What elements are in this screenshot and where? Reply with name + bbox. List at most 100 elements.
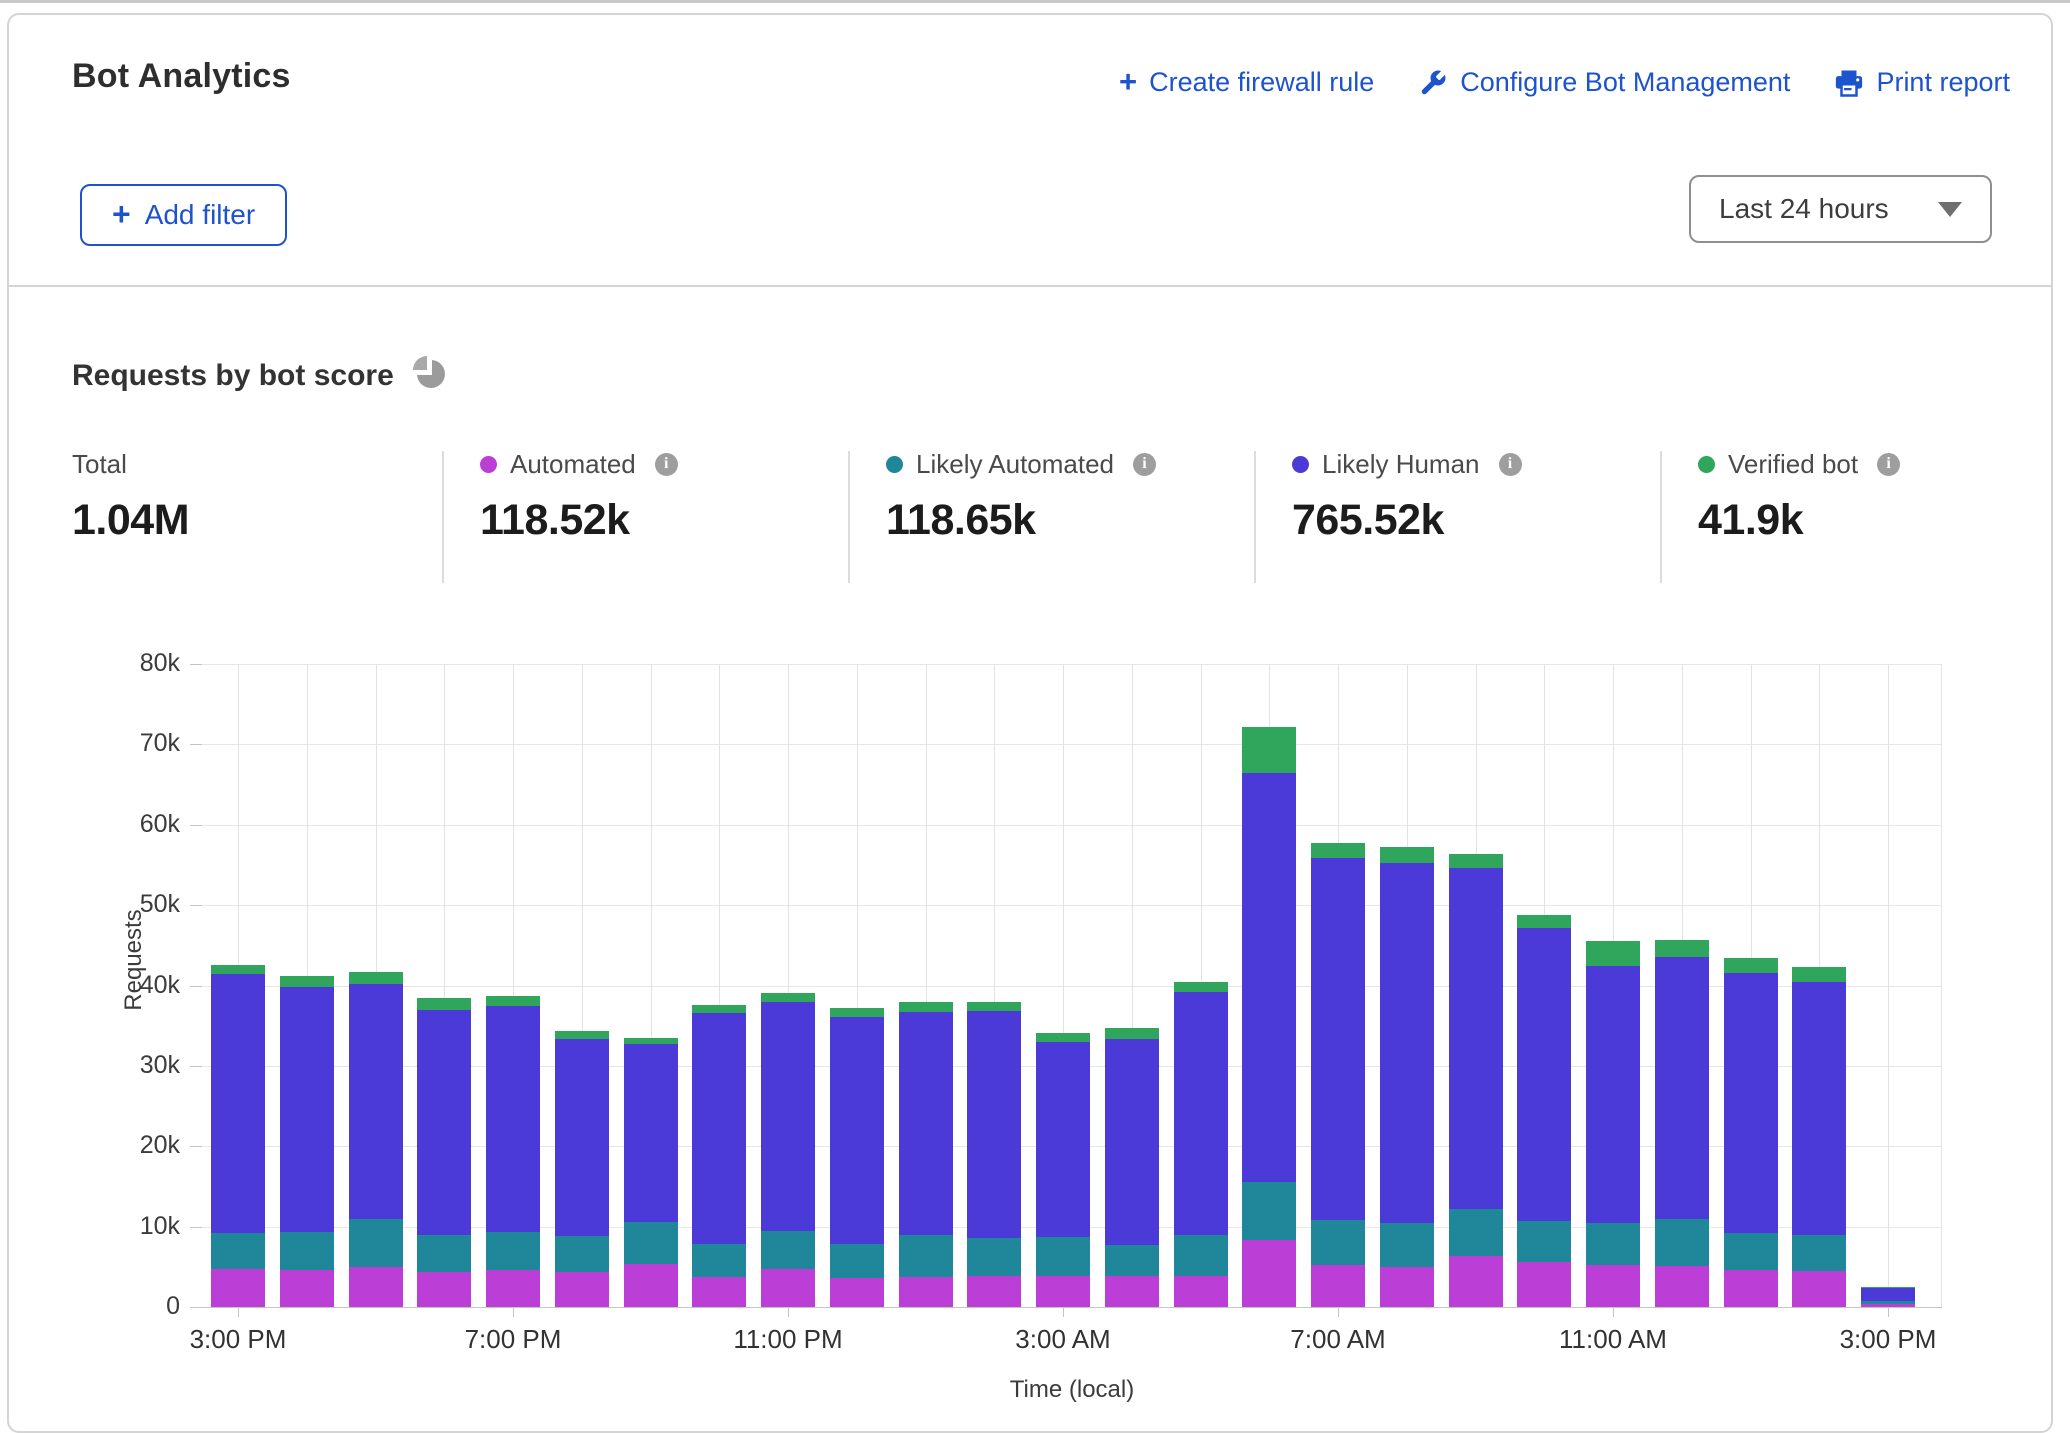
bar-segment-verified-bot	[1724, 958, 1778, 973]
y-axis-tick	[190, 744, 202, 745]
x-axis-label: 3:00 PM	[190, 1324, 287, 1355]
bar-segment-likely-automated	[1517, 1221, 1571, 1262]
bar-segment-likely-automated	[830, 1244, 884, 1279]
x-axis-tick	[1338, 1307, 1339, 1317]
stat-likely-automated: Likely Automated 118.65k	[886, 448, 1156, 545]
bar-segment-likely-human	[1242, 773, 1296, 1183]
x-axis-label: 7:00 PM	[465, 1324, 562, 1355]
bar-segment-automated	[1449, 1256, 1503, 1307]
bar-segment-likely-automated	[761, 1231, 815, 1269]
x-axis-label: 3:00 PM	[1840, 1324, 1937, 1355]
bar-segment-likely-automated	[1449, 1209, 1503, 1256]
bar-segment-automated	[1311, 1265, 1365, 1307]
bar-segment-likely-human	[830, 1017, 884, 1244]
bar-segment-automated	[486, 1270, 540, 1307]
bar-segment-automated	[211, 1269, 265, 1307]
plus-icon: +	[1119, 66, 1137, 97]
x-axis-tick	[1888, 1307, 1889, 1317]
x-axis-tick	[1613, 1307, 1614, 1317]
time-range-select[interactable]: Last 24 hours	[1689, 175, 1992, 243]
bar-segment-automated	[555, 1272, 609, 1307]
bar-segment-likely-automated	[1242, 1182, 1296, 1240]
bar-segment-automated	[1380, 1267, 1434, 1307]
gridline-v	[1888, 664, 1889, 1307]
section-heading: Requests by bot score	[72, 355, 448, 396]
configure-bot-management-link[interactable]: Configure Bot Management	[1418, 67, 1790, 98]
bar-segment-automated	[899, 1277, 953, 1307]
bar-segment-likely-human	[1105, 1039, 1159, 1246]
x-axis-label: 11:00 AM	[1559, 1324, 1667, 1355]
bar-segment-automated	[417, 1272, 471, 1307]
info-icon[interactable]	[1877, 453, 1900, 476]
stat-value: 41.9k	[1698, 496, 1900, 545]
legend-dot-automated	[480, 456, 497, 473]
wrench-icon	[1418, 68, 1448, 98]
x-axis-label: 7:00 AM	[1290, 1324, 1385, 1355]
bar-segment-automated	[349, 1267, 403, 1307]
bar-segment-verified-bot	[761, 993, 815, 1002]
bar-segment-verified-bot	[967, 1002, 1021, 1012]
y-axis-label: 40k	[80, 971, 180, 1000]
bar-segment-likely-human	[1036, 1042, 1090, 1237]
bar-segment-automated	[1724, 1270, 1778, 1307]
bar-segment-likely-human	[349, 984, 403, 1219]
create-firewall-rule-link[interactable]: + Create firewall rule	[1119, 67, 1374, 98]
bar-segment-verified-bot	[1861, 1287, 1915, 1288]
y-axis-tick	[190, 986, 202, 987]
plus-icon: +	[112, 198, 131, 230]
bar-segment-verified-bot	[1792, 967, 1846, 982]
x-axis-tick	[1063, 1307, 1064, 1317]
bar-segment-verified-bot	[1586, 941, 1640, 966]
info-icon[interactable]	[655, 453, 678, 476]
x-axis-tick	[513, 1307, 514, 1317]
stat-value: 1.04M	[72, 496, 189, 545]
bar-segment-verified-bot	[280, 976, 334, 987]
bar-segment-automated	[1517, 1262, 1571, 1307]
bar-segment-verified-bot	[417, 998, 471, 1009]
info-icon[interactable]	[1499, 453, 1522, 476]
bar-segment-verified-bot	[1242, 727, 1296, 773]
stat-divider	[848, 451, 850, 583]
bar-segment-likely-human	[1792, 982, 1846, 1235]
y-axis-label: 80k	[80, 649, 180, 678]
stat-value: 118.52k	[480, 496, 678, 545]
bar-segment-verified-bot	[1036, 1033, 1090, 1042]
add-filter-button[interactable]: + Add filter	[80, 184, 287, 246]
bar-segment-likely-human	[1724, 973, 1778, 1233]
y-axis-tick	[190, 1066, 202, 1067]
y-axis-tick	[190, 1146, 202, 1147]
bar-segment-likely-automated	[899, 1235, 953, 1278]
print-report-link[interactable]: Print report	[1834, 67, 2010, 98]
bar-segment-likely-automated	[349, 1219, 403, 1267]
bar-segment-likely-automated	[1174, 1235, 1228, 1275]
header-actions: + Create firewall rule Configure Bot Man…	[1119, 67, 2010, 98]
bar-segment-verified-bot	[624, 1038, 678, 1044]
bar-segment-likely-human	[692, 1013, 746, 1244]
bar-segment-likely-automated	[1586, 1223, 1640, 1266]
bar-segment-likely-automated	[1036, 1237, 1090, 1276]
bar-segment-automated	[1242, 1240, 1296, 1307]
bar-segment-verified-bot	[1380, 847, 1434, 862]
bar-segment-verified-bot	[899, 1002, 953, 1012]
bar-segment-likely-automated	[1861, 1301, 1915, 1303]
printer-icon	[1834, 68, 1864, 98]
bar-segment-likely-human	[1380, 863, 1434, 1223]
page-top-divider	[0, 0, 2070, 3]
y-axis-label: 10k	[80, 1212, 180, 1241]
info-icon[interactable]	[1133, 453, 1156, 476]
stat-label: Total	[72, 449, 127, 480]
bar-segment-verified-bot	[555, 1031, 609, 1039]
bar-segment-verified-bot	[692, 1005, 746, 1013]
bar-segment-verified-bot	[830, 1008, 884, 1017]
page-title: Bot Analytics	[72, 57, 291, 96]
x-axis-label: 3:00 AM	[1015, 1324, 1110, 1355]
stat-divider	[1660, 451, 1662, 583]
bar-segment-verified-bot	[349, 972, 403, 984]
stat-likely-human: Likely Human 765.52k	[1292, 448, 1522, 545]
bar-segment-likely-human	[1861, 1288, 1915, 1302]
bar-segment-likely-automated	[417, 1235, 471, 1272]
x-axis-tick	[238, 1307, 239, 1317]
bar-segment-verified-bot	[1517, 915, 1571, 929]
section-title: Requests by bot score	[72, 359, 394, 393]
bar-segment-likely-human	[1174, 992, 1228, 1236]
